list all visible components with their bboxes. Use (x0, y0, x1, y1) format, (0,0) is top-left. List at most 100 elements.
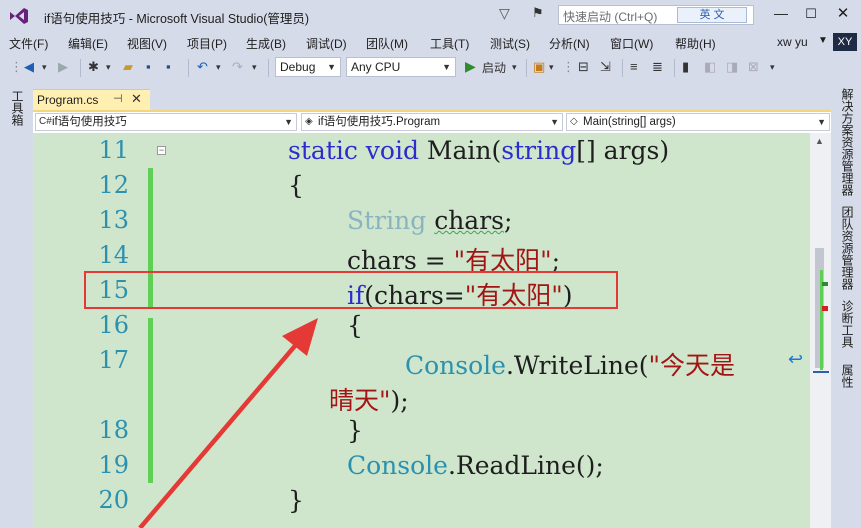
menu-build[interactable]: 生成(B) (246, 35, 286, 52)
platform-select[interactable]: Any CPU ▼ (346, 57, 456, 77)
chevron-down-icon: ▼ (327, 62, 336, 72)
highlight-box (84, 271, 618, 309)
back-icon[interactable]: ◀ (24, 59, 34, 75)
team-explorer-tab[interactable]: 团队资源管理器 (836, 206, 856, 290)
undo-icon[interactable]: ↶ (197, 59, 208, 75)
avatar[interactable]: XY (833, 33, 857, 51)
configuration-select[interactable]: Debug ▼ (275, 57, 341, 77)
toolbar: ⋮ ◀ ▾ ▶ ✱ ▾ ▰ ▪ ▪ ↶ ▾ ↷ ▾ Debug ▼ Any CP… (0, 54, 861, 82)
chevron-down-icon[interactable]: ▼ (818, 35, 828, 46)
window-title: if语句使用技巧 - Microsoft Visual Studio(管理员) (44, 12, 310, 26)
code-line-17: Console.WriteLine("今天是 (405, 351, 736, 380)
toolbar-separator (674, 59, 675, 77)
menu-test[interactable]: 测试(S) (490, 35, 530, 52)
line-number: 13 (98, 206, 129, 234)
bookmark-icon[interactable]: ▮ (682, 59, 689, 75)
code-line-11: static void Main(string[] args) (288, 136, 670, 165)
menu-help[interactable]: 帮助(H) (675, 35, 716, 52)
code-line-18: } (347, 416, 363, 445)
menu-team[interactable]: 团队(M) (366, 35, 408, 52)
scrollbar-marker-red (822, 306, 828, 311)
menu-debug[interactable]: 调试(D) (306, 35, 347, 52)
scroll-up-icon[interactable]: ▲ (815, 136, 824, 146)
start-icon[interactable]: ▶ (465, 58, 476, 75)
new-project-icon[interactable]: ✱ (88, 59, 99, 75)
method-icon: ◇ (570, 116, 578, 127)
toolbox-tab[interactable]: 工具箱 (6, 90, 26, 126)
class-value: if语句使用技巧.Program (318, 116, 441, 128)
open-folder-icon[interactable]: ▰ (123, 59, 133, 75)
start-dropdown-icon[interactable]: ▾ (512, 62, 517, 73)
prev-bookmark-icon[interactable]: ◧ (704, 59, 716, 75)
user-name[interactable]: xw yu (777, 35, 808, 49)
visual-studio-logo-icon (10, 8, 28, 24)
notification-filter-icon[interactable]: ▽ (499, 5, 510, 22)
chevron-down-icon: ▼ (817, 117, 826, 127)
minimize-button[interactable]: — (767, 2, 795, 26)
redo-icon[interactable]: ↷ (232, 59, 243, 75)
toolbar-overflow-icon[interactable]: ▾ (770, 62, 775, 73)
browser-link-dropdown-icon[interactable]: ▾ (549, 62, 554, 73)
browser-link-icon[interactable]: ▣ (533, 59, 545, 75)
step-into-icon[interactable]: ⇲ (600, 59, 611, 75)
menu-window[interactable]: 窗口(W) (610, 35, 653, 52)
menu-edit[interactable]: 编辑(E) (68, 35, 108, 52)
member-value: Main(string[] args) (583, 116, 676, 128)
maximize-button[interactable]: ☐ (797, 2, 825, 26)
menu-bar: 文件(F) 编辑(E) 视图(V) 项目(P) 生成(B) 调试(D) 团队(M… (0, 32, 861, 54)
diagnostic-tools-tab[interactable]: 诊断工具 (836, 300, 856, 348)
collapse-toggle-icon[interactable]: − (157, 146, 166, 155)
redo-dropdown-icon[interactable]: ▾ (252, 62, 257, 73)
tab-program-cs[interactable]: Program.cs ⊣ ✕ (33, 89, 150, 111)
grip-icon: ⋮ (10, 59, 23, 74)
left-dock-strip (0, 82, 33, 528)
scrollbar-caret-position (813, 371, 829, 373)
class-dropdown[interactable]: ◈ if语句使用技巧.Program ▼ (301, 113, 563, 131)
csharp-project-icon: C# (39, 116, 52, 127)
save-icon[interactable]: ▪ (146, 59, 151, 74)
code-line-12: { (288, 171, 304, 200)
chevron-down-icon: ▼ (442, 62, 451, 72)
close-button[interactable]: ✕ (828, 2, 858, 26)
toolbar-separator (188, 59, 189, 77)
line-number: 11 (98, 136, 129, 164)
menu-project[interactable]: 项目(P) (187, 35, 227, 52)
next-bookmark-icon[interactable]: ◨ (726, 59, 738, 75)
forward-icon[interactable]: ▶ (58, 59, 68, 75)
platform-value: Any CPU (351, 60, 401, 74)
save-all-icon[interactable]: ▪ (166, 59, 171, 74)
line-number: 14 (98, 241, 129, 269)
ime-indicator[interactable]: 英 文 (677, 7, 747, 23)
feedback-icon[interactable]: ⚑ (532, 5, 544, 21)
document-tab-strip (33, 82, 831, 110)
member-dropdown[interactable]: ◇ Main(string[] args) ▼ (566, 113, 830, 131)
back-dropdown-icon[interactable]: ▾ (42, 62, 47, 73)
close-icon[interactable]: ✕ (131, 91, 142, 107)
line-number: 12 (98, 171, 129, 199)
project-value: if语句使用技巧 (52, 116, 127, 128)
properties-tab[interactable]: 属性 (836, 364, 856, 388)
menu-analyze[interactable]: 分析(N) (549, 35, 590, 52)
new-dropdown-icon[interactable]: ▾ (106, 62, 111, 73)
clear-bookmarks-icon[interactable]: ⊠ (748, 59, 759, 75)
quick-launch-input[interactable]: 快速启动 (Ctrl+Q) 英 文 (558, 5, 754, 25)
chevron-down-icon: ▼ (550, 117, 559, 127)
uncomment-icon[interactable]: ≣ (652, 59, 663, 75)
start-label[interactable]: 启动 (482, 59, 506, 76)
undo-dropdown-icon[interactable]: ▾ (216, 62, 221, 73)
line-number: 17 (98, 346, 129, 374)
line-number: 18 (98, 416, 129, 444)
menu-tools[interactable]: 工具(T) (430, 35, 469, 52)
grip-icon: ⋮ (562, 59, 575, 74)
solution-explorer-tab[interactable]: 解决方案资源管理器 (836, 88, 856, 196)
navigation-bar: C# if语句使用技巧 ▼ ◈ if语句使用技巧.Program ▼ ◇ Mai… (33, 112, 831, 134)
line-number: 16 (98, 311, 129, 339)
project-dropdown[interactable]: C# if语句使用技巧 ▼ (35, 113, 297, 131)
menu-file[interactable]: 文件(F) (9, 35, 48, 52)
comment-out-icon[interactable]: ≡ (630, 59, 638, 74)
menu-view[interactable]: 视图(V) (127, 35, 167, 52)
find-in-files-icon[interactable]: ⊟ (578, 59, 589, 75)
tab-label: Program.cs (37, 93, 99, 107)
toolbar-separator (526, 59, 527, 77)
pin-icon[interactable]: ⊣ (113, 92, 123, 105)
